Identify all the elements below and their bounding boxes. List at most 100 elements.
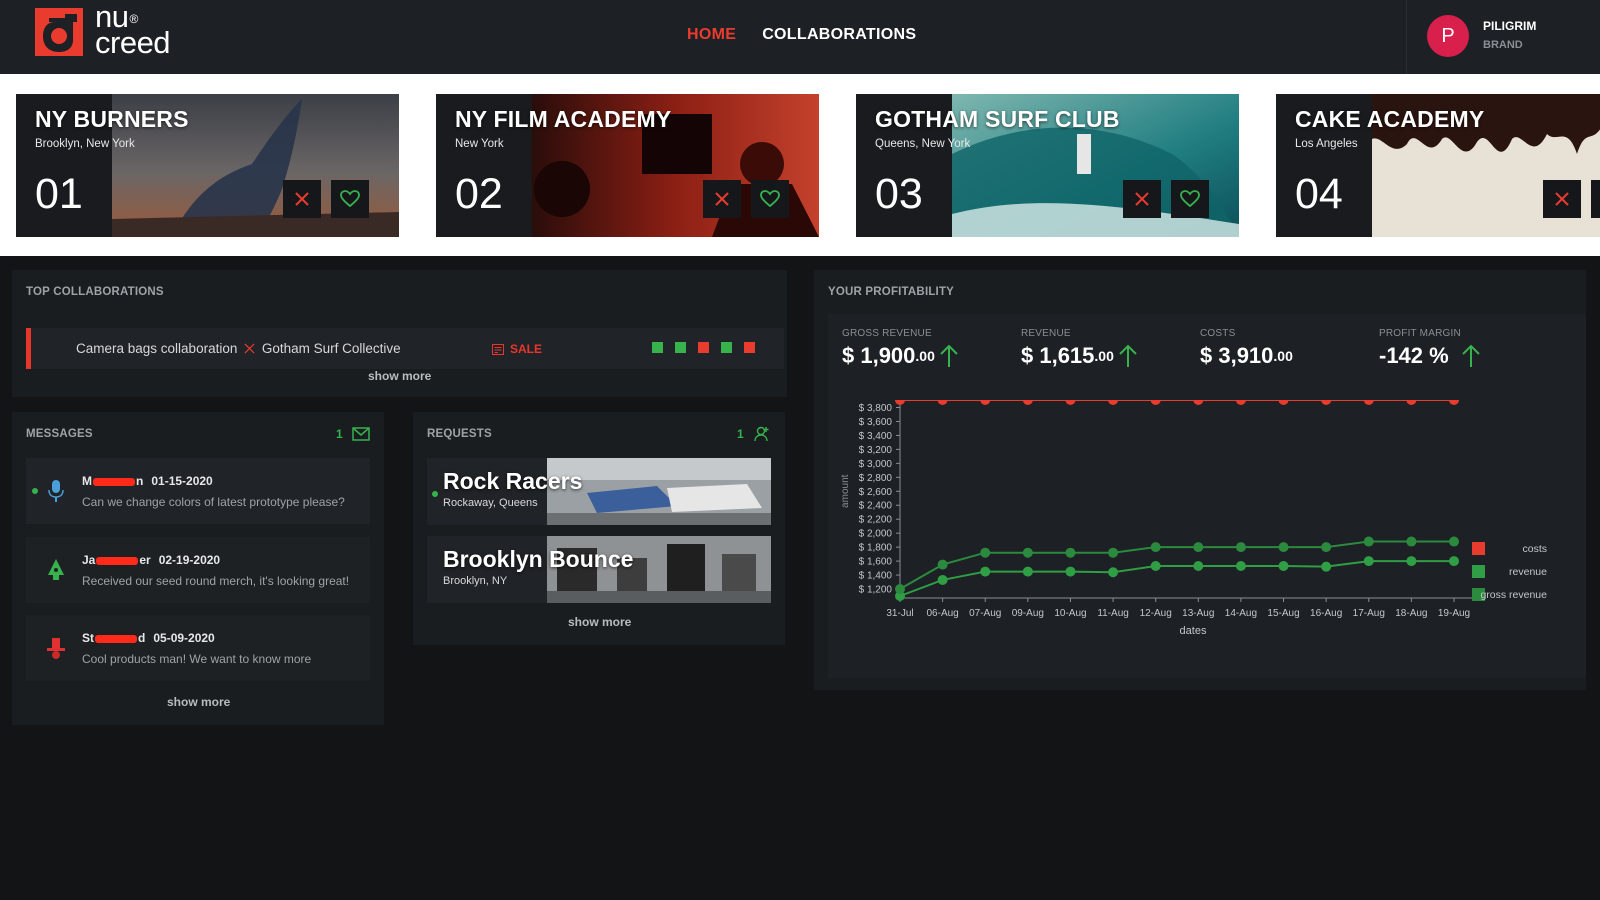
data-point-gross-revenue (1278, 542, 1289, 553)
x-tick-label: 31-Jul (886, 608, 913, 619)
y-tick-label: $ 1,200 (859, 585, 893, 596)
y-tick-label: $ 1,400 (859, 571, 893, 582)
nav-home[interactable]: HOME (687, 26, 736, 44)
requests-title: REQUESTS (427, 428, 492, 440)
user-role: BRAND (1483, 39, 1523, 51)
data-point-revenue (937, 574, 948, 585)
card-location: Los Angeles (1295, 138, 1358, 150)
message-date: 02-19-2020 (158, 553, 221, 567)
arrow-up-icon (1462, 344, 1480, 367)
close-icon (1555, 192, 1569, 206)
x-tick-label: 18-Aug (1395, 608, 1427, 619)
x-tick-label: 06-Aug (926, 608, 958, 619)
envelope-icon[interactable] (352, 427, 370, 441)
sender-name-start: Ja (82, 553, 96, 567)
data-point-gross-revenue (1406, 536, 1417, 547)
add-user-icon[interactable] (754, 426, 770, 442)
like-button[interactable] (751, 180, 789, 218)
sale-tag: SALE (492, 342, 542, 356)
metric-main: $ 1,900 (842, 343, 916, 368)
y-tick-label: $ 1,600 (859, 557, 893, 568)
redaction-mark (93, 477, 135, 486)
metric-value: $ 1,615.00 (1021, 343, 1138, 369)
data-point-revenue (1278, 560, 1289, 571)
y-axis-title: amount (840, 474, 851, 508)
data-point-gross-revenue (1150, 542, 1161, 553)
message-sender: Mn 01-15-2020 (82, 474, 213, 488)
data-point-costs (1193, 400, 1204, 405)
collab-card[interactable]: NY FILM ACADEMY New York 02 (436, 94, 819, 237)
data-point-revenue (1193, 560, 1204, 571)
card-number: 03 (875, 170, 923, 218)
data-point-costs (1363, 400, 1374, 405)
new-dot (432, 491, 438, 497)
y-tick-label: $ 2,200 (859, 515, 893, 526)
logo-icon[interactable] (35, 8, 83, 56)
data-point-revenue (1065, 566, 1076, 577)
metric-value: -142 % (1379, 343, 1481, 369)
sender-name-start: St (82, 631, 94, 645)
collab-card[interactable]: CAKE ACADEMY Los Angeles 04 (1276, 94, 1600, 237)
y-tick-label: $ 1,800 (859, 543, 893, 554)
card-number: 02 (455, 170, 503, 218)
request-item[interactable]: Brooklyn Bounce Brooklyn, NY (427, 536, 771, 603)
y-tick-label: $ 2,000 (859, 529, 893, 540)
status-square (652, 342, 663, 353)
x-tick-label: 17-Aug (1353, 608, 1385, 619)
metric-label: REVENUE (1021, 328, 1071, 339)
metric-label: PROFIT MARGIN (1379, 328, 1461, 339)
data-point-gross-revenue (1065, 547, 1076, 558)
dismiss-button[interactable] (1123, 180, 1161, 218)
collab-card[interactable]: NY BURNERS Brooklyn, New York 01 (16, 94, 399, 237)
data-point-gross-revenue (1108, 547, 1119, 558)
x-tick-label: 15-Aug (1267, 608, 1299, 619)
card-location: Queens, New York (875, 138, 971, 150)
top-collaborations-panel: TOP COLLABORATIONS Camera bags collabora… (12, 270, 787, 397)
item-accent-bar (26, 328, 31, 369)
main-nav: HOME COLLABORATIONS (687, 26, 916, 44)
nav-collaborations[interactable]: COLLABORATIONS (762, 26, 916, 44)
request-name: Rock Racers (443, 468, 583, 494)
metric-cents: .00 (915, 348, 935, 364)
user-menu[interactable]: P PILIGRIM BRAND (1406, 0, 1600, 74)
requests-show-more[interactable]: show more (568, 615, 631, 629)
message-sender: St d 05-09-2020 (82, 631, 215, 645)
close-icon (295, 192, 309, 206)
card-location: New York (455, 138, 504, 150)
sender-name-end: n (136, 474, 144, 488)
like-button[interactable] (1591, 180, 1600, 218)
message-item[interactable]: Ja er 02-19-2020 Received our seed round m… (26, 537, 370, 603)
like-button[interactable] (1171, 180, 1209, 218)
data-point-gross-revenue (1235, 542, 1246, 553)
request-location: Rockaway, Queens (443, 497, 538, 509)
logo-wordmark[interactable]: nu® creed (95, 1, 171, 58)
registered-mark: ® (129, 12, 138, 26)
x-tick-label: 12-Aug (1140, 608, 1172, 619)
collab-card[interactable]: GOTHAM SURF CLUB Queens, New York 03 (856, 94, 1239, 237)
data-point-costs (1108, 400, 1119, 405)
dismiss-button[interactable] (283, 180, 321, 218)
avatar[interactable]: P (1427, 15, 1469, 57)
dismiss-button[interactable] (1543, 180, 1581, 218)
data-point-revenue (1449, 556, 1459, 567)
data-point-revenue (980, 566, 991, 577)
y-tick-label: $ 2,800 (859, 473, 893, 484)
like-button[interactable] (331, 180, 369, 218)
top-bar: nu® creed HOME COLLABORATIONS P PILIGRIM… (0, 0, 1600, 74)
messages-show-more[interactable]: show more (167, 695, 230, 709)
redaction-mark (96, 556, 139, 565)
metric-main: $ 3,910 (1200, 343, 1274, 368)
card-location: Brooklyn, New York (35, 138, 135, 150)
message-text: Can we change colors of latest prototype… (82, 495, 345, 509)
data-point-costs (895, 400, 905, 405)
top-collaborations-title: TOP COLLABORATIONS (26, 286, 164, 298)
data-point-revenue (1363, 556, 1374, 567)
top-collaborations-show-more[interactable]: show more (368, 369, 431, 383)
dismiss-button[interactable] (703, 180, 741, 218)
x-tick-label: 16-Aug (1310, 608, 1342, 619)
top-collaboration-item[interactable]: Camera bags collaboration Gotham Surf Co… (26, 328, 784, 369)
request-item[interactable]: Rock Racers Rockaway, Queens (427, 458, 771, 525)
x-tick-label: 09-Aug (1012, 608, 1044, 619)
message-item[interactable]: Mn 01-15-2020 Can we change colors of lat… (26, 458, 370, 524)
message-item[interactable]: St d 05-09-2020 Cool products man! We want… (26, 615, 370, 681)
